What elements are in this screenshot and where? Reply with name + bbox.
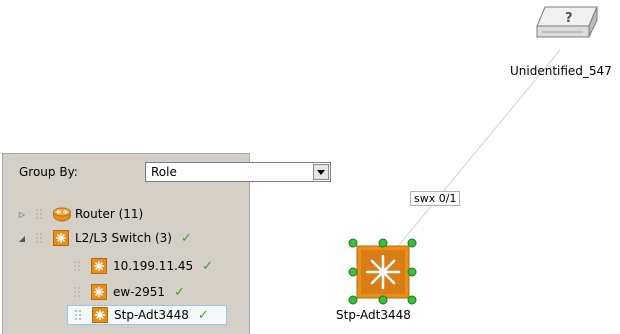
drag-handle-icon[interactable] <box>73 260 81 272</box>
svg-text:?: ? <box>565 11 573 26</box>
drag-handle-icon[interactable] <box>73 286 81 298</box>
node-label-switch[interactable]: Stp-Adt3448 <box>336 308 411 322</box>
switch-icon <box>91 284 107 300</box>
tree-item-ew-2951[interactable]: ew-2951 ✓ <box>73 282 185 302</box>
group-by-value: Role <box>151 165 177 179</box>
check-icon: ✓ <box>180 230 192 246</box>
switch-icon <box>91 258 107 274</box>
switch-icon <box>92 307 108 323</box>
check-icon: ✓ <box>197 307 209 323</box>
expand-arrow-icon[interactable]: ▷ <box>17 210 27 219</box>
tree-group-label: L2/L3 Switch (3) <box>75 231 172 245</box>
tree-item-label: ew-2951 <box>113 285 166 299</box>
tree-group-router[interactable]: ▷ Router (11) <box>17 204 143 224</box>
tree-item-stp-adt3448[interactable]: Stp-Adt3448 ✓ <box>67 305 227 325</box>
group-by-panel: Group By: Role ▷ Router (11) ◢ L2/L3 Swi… <box>2 153 331 334</box>
tree-item-10-199-11-45[interactable]: 10.199.11.45 ✓ <box>73 256 213 276</box>
tree-group-switch[interactable]: ◢ L2/L3 Switch (3) ✓ <box>17 228 192 248</box>
drag-handle-icon[interactable] <box>74 309 82 321</box>
tree-item-label: 10.199.11.45 <box>113 259 194 273</box>
drag-handle-icon[interactable] <box>35 208 43 220</box>
router-icon <box>53 206 71 222</box>
group-by-select[interactable]: Role <box>145 162 331 182</box>
unknown-device-icon[interactable]: ? <box>535 4 601 48</box>
check-icon: ✓ <box>174 284 185 300</box>
tree-item-label: Stp-Adt3448 <box>114 308 189 322</box>
group-by-label: Group By: <box>19 165 78 179</box>
link-label[interactable]: swx 0/1 <box>410 191 461 206</box>
selection-handles <box>348 238 417 305</box>
switch-icon <box>53 230 69 246</box>
switch-node-icon[interactable] <box>348 238 417 305</box>
tree-group-label: Router (11) <box>75 207 144 221</box>
check-icon: ✓ <box>202 258 214 274</box>
chevron-down-icon[interactable] <box>313 164 329 180</box>
node-label-unidentified[interactable]: Unidentified_547 <box>510 64 612 78</box>
drag-handle-icon[interactable] <box>35 232 43 244</box>
collapse-arrow-icon[interactable]: ◢ <box>17 234 27 243</box>
